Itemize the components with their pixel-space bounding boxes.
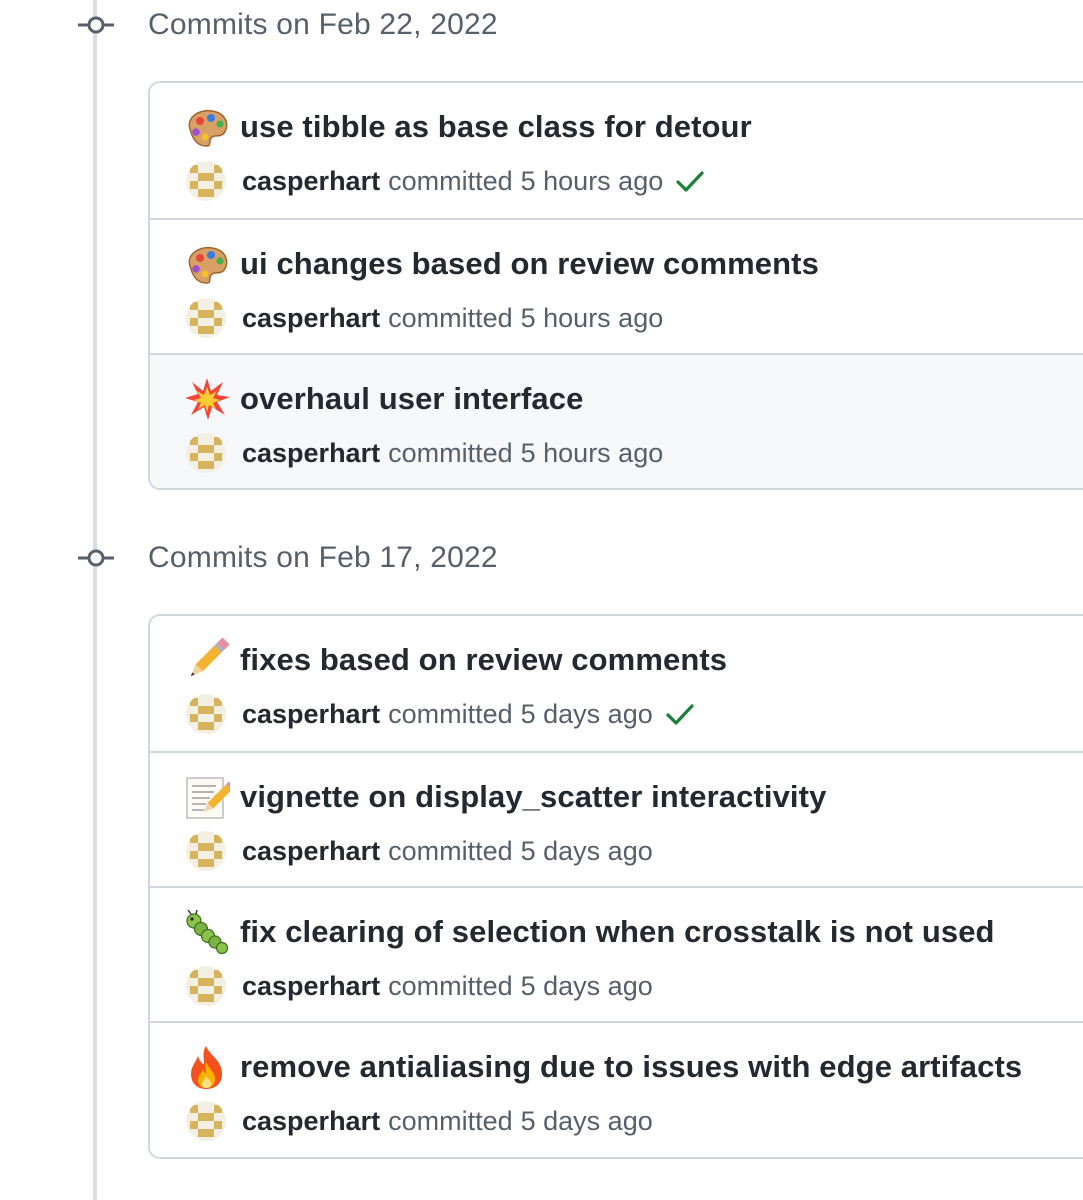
fire-emoji-icon [184, 1043, 234, 1091]
commit-verb: committed [388, 437, 513, 468]
commit-group-date: Commits on Feb 17, 2022 [148, 541, 498, 574]
palette-emoji-icon [184, 240, 234, 288]
commit-time: 5 days ago [520, 970, 653, 1001]
commit-verb: committed [388, 835, 513, 866]
author-avatar[interactable] [186, 161, 226, 201]
caterpillar-emoji-icon [184, 908, 234, 956]
author-avatar[interactable] [186, 966, 226, 1006]
commit-author-link[interactable]: casperhart [242, 699, 380, 730]
commit-list: fixes based on review comments casperhar… [148, 614, 1083, 1159]
commit-group-header: Commits on Feb 17, 2022 [78, 533, 498, 583]
commit-row[interactable]: remove antialiasing due to issues with e… [150, 1021, 1083, 1156]
commit-verb: committed [388, 970, 513, 1001]
commit-message-link[interactable]: ui changes based on review comments [240, 246, 819, 282]
commit-time: 5 days ago [520, 1105, 653, 1136]
commit-message-link[interactable]: remove antialiasing due to issues with e… [240, 1049, 1022, 1085]
commit-message-link[interactable]: use tibble as base class for detour [240, 109, 752, 145]
commit-verb: committed [388, 1105, 513, 1136]
commit-author-link[interactable]: casperhart [242, 303, 380, 334]
commit-time: 5 days ago [520, 835, 653, 866]
commit-message-link[interactable]: fixes based on review comments [240, 642, 727, 678]
author-avatar[interactable] [186, 831, 226, 871]
commit-message-link[interactable]: overhaul user interface [240, 381, 583, 417]
commit-verb: committed [388, 302, 513, 333]
git-commit-icon [78, 13, 114, 37]
check-success-icon[interactable] [665, 702, 695, 726]
commit-author-link[interactable]: casperhart [242, 438, 380, 469]
commit-time: 5 days ago [520, 698, 653, 729]
commit-author-link[interactable]: casperhart [242, 166, 380, 197]
commit-row[interactable]: use tibble as base class for detour casp… [150, 83, 1083, 218]
commit-group-date: Commits on Feb 22, 2022 [148, 8, 498, 41]
commit-time: 5 hours ago [520, 437, 664, 468]
commit-author-link[interactable]: casperhart [242, 836, 380, 867]
commit-row[interactable]: ui changes based on review comments casp… [150, 218, 1083, 353]
author-avatar[interactable] [186, 298, 226, 338]
commit-row[interactable]: fixes based on review comments casperhar… [150, 616, 1083, 751]
commit-message-link[interactable]: vignette on display_scatter interactivit… [240, 779, 826, 815]
commit-list: use tibble as base class for detour casp… [148, 81, 1083, 490]
commit-author-link[interactable]: casperhart [242, 1106, 380, 1137]
commit-verb: committed [388, 698, 513, 729]
commit-verb: committed [388, 165, 513, 196]
palette-emoji-icon [184, 103, 234, 151]
memo-emoji-icon [184, 773, 234, 821]
commit-time: 5 hours ago [520, 302, 664, 333]
commit-row[interactable]: overhaul user interface casperhart commi… [150, 353, 1083, 488]
author-avatar[interactable] [186, 1101, 226, 1141]
commit-history: Commits on Feb 22, 2022 use tibble as ba… [0, 0, 1083, 1200]
pencil-emoji-icon [184, 636, 234, 684]
author-avatar[interactable] [186, 433, 226, 473]
commit-message-link[interactable]: fix clearing of selection when crosstalk… [240, 914, 995, 950]
git-commit-icon [78, 546, 114, 570]
collision-emoji-icon [184, 375, 234, 423]
commit-time: 5 hours ago [520, 165, 664, 196]
commit-author-link[interactable]: casperhart [242, 971, 380, 1002]
commit-row[interactable]: fix clearing of selection when crosstalk… [150, 886, 1083, 1021]
check-success-icon[interactable] [675, 169, 705, 193]
author-avatar[interactable] [186, 694, 226, 734]
commit-group-header: Commits on Feb 22, 2022 [78, 0, 498, 50]
timeline-line [93, 0, 97, 1200]
commit-row[interactable]: vignette on display_scatter interactivit… [150, 751, 1083, 886]
